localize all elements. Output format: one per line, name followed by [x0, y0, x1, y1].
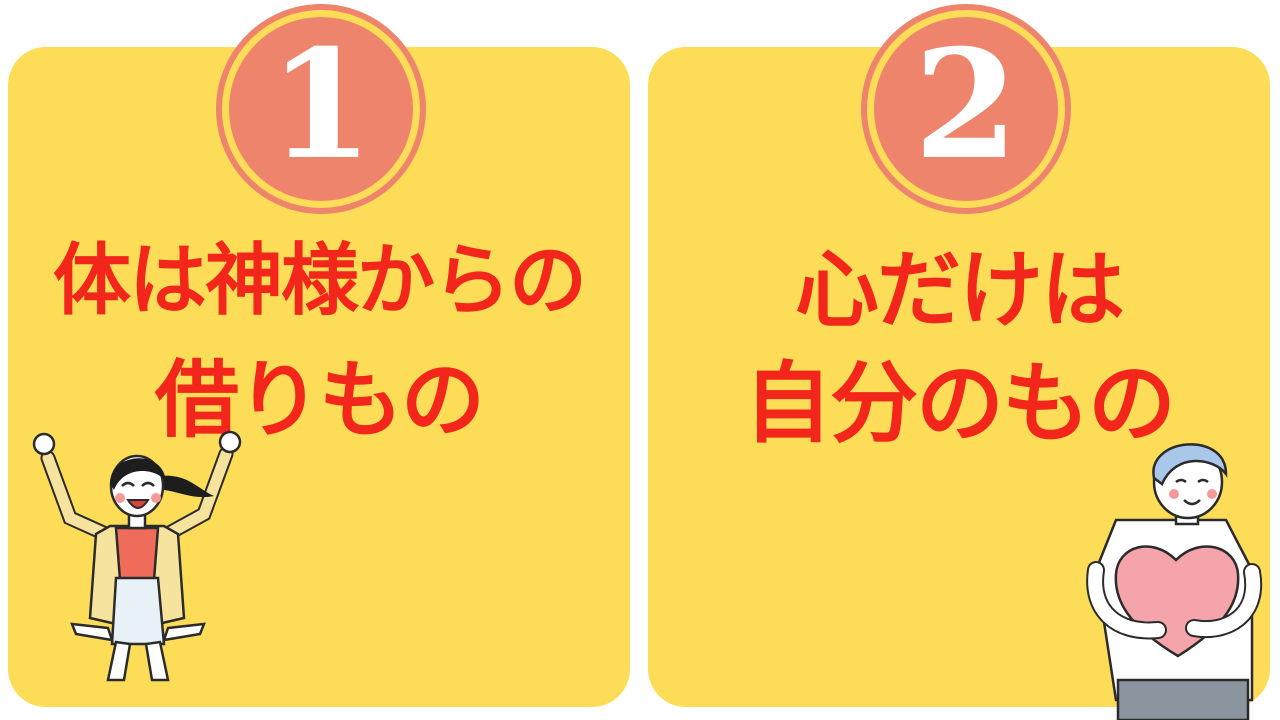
slide: 1 2 体は神様からの 借りもの 心だけは 自分のもの [0, 0, 1280, 720]
number-1: 1 [268, 17, 374, 193]
card-2-title-line-1: 心だけは [794, 241, 1125, 339]
number-badge-2-inner: 2 [874, 17, 1058, 201]
card-1-title-line-1: 体は神様からの [52, 236, 587, 326]
number-badge-2: 2 [861, 4, 1071, 214]
cheering-woman-illustration [32, 430, 242, 682]
man-hugging-heart-illustration [1086, 443, 1263, 720]
number-2: 2 [913, 17, 1019, 193]
number-badge-1: 1 [216, 4, 426, 214]
number-badge-1-inner: 1 [229, 17, 413, 201]
